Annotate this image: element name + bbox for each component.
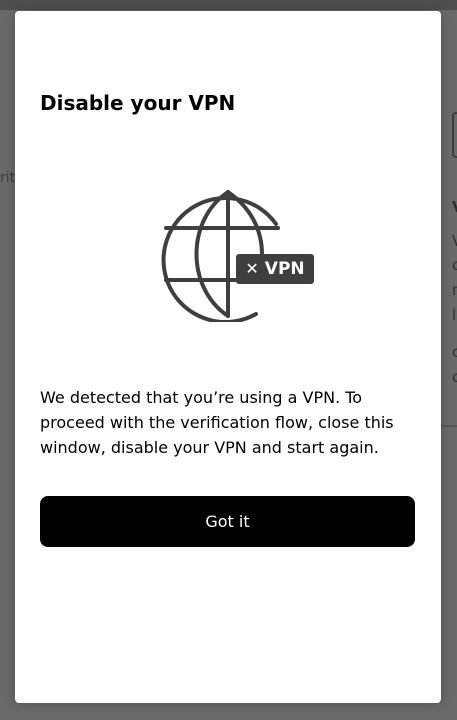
- vpn-illustration: ✕ VPN: [148, 186, 328, 322]
- background-right-text: n: [452, 281, 457, 299]
- vpn-modal: Disable your VPN ✕ VPN We detected that …: [15, 11, 441, 703]
- background-divider: [441, 425, 457, 427]
- background-right-box: [452, 112, 457, 158]
- background-right-text: c: [452, 256, 457, 274]
- background-right-text: V: [452, 200, 457, 215]
- vpn-badge-label: VPN: [264, 259, 305, 279]
- close-icon: ✕: [245, 259, 259, 278]
- background-right-text: c: [452, 368, 457, 386]
- background-right-text: V: [452, 234, 457, 249]
- background-left-text: rit: [0, 170, 16, 186]
- got-it-button[interactable]: Got it: [40, 496, 415, 547]
- background-right-text: c: [452, 343, 457, 361]
- modal-message: We detected that you’re using a VPN. To …: [40, 388, 394, 457]
- background-top-bar: [0, 0, 457, 10]
- modal-title: Disable your VPN: [40, 91, 236, 115]
- vpn-badge: ✕ VPN: [236, 254, 314, 284]
- background-right-text: l: [452, 306, 457, 324]
